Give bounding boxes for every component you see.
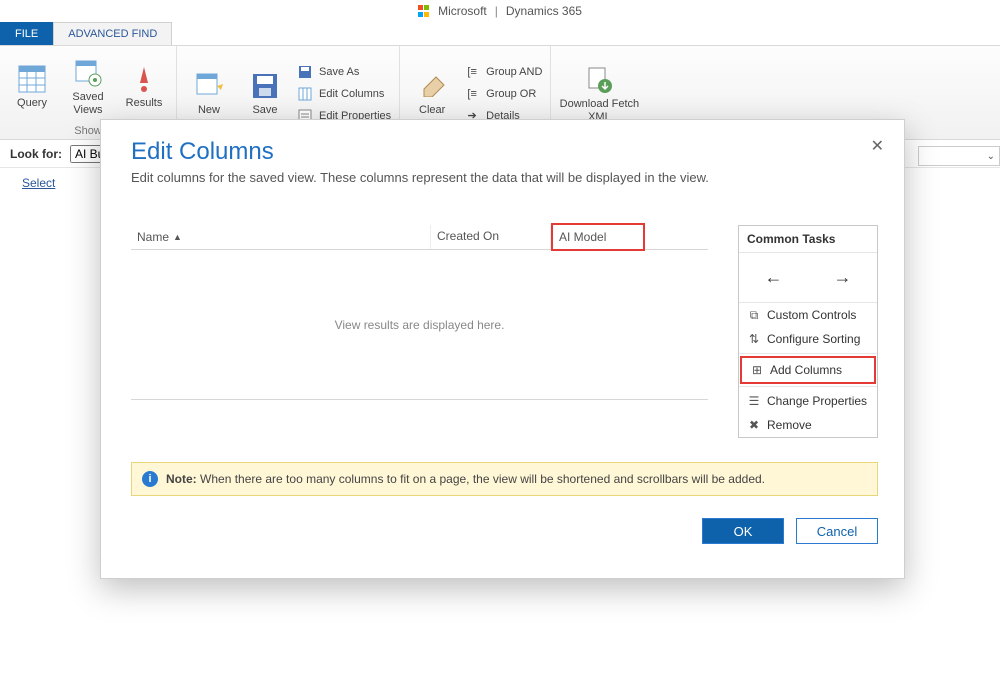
task-change-properties[interactable]: ☰Change Properties <box>739 389 877 413</box>
microsoft-logo-icon <box>418 5 430 17</box>
title-product: Dynamics 365 <box>506 4 582 18</box>
exclamation-icon <box>128 63 160 95</box>
columns-grid: Name ▲ Created On AI Model View results … <box>131 225 708 438</box>
bracket-icon: [≡ <box>464 86 480 102</box>
task-add-columns[interactable]: ⊞Add Columns <box>740 356 876 384</box>
eraser-icon <box>416 70 448 102</box>
column-header-row: Name ▲ Created On AI Model <box>131 225 708 250</box>
title-separator: | <box>495 4 498 18</box>
column-header-created-on[interactable]: Created On <box>431 225 551 249</box>
tab-advanced-find[interactable]: ADVANCED FIND <box>53 22 172 45</box>
title-bar: Microsoft | Dynamics 365 <box>0 0 1000 22</box>
select-link[interactable]: Select <box>22 176 55 190</box>
grid-empty-message: View results are displayed here. <box>131 250 708 400</box>
look-for-label: Look for: <box>10 147 62 161</box>
dialog-title: Edit Columns <box>131 138 878 166</box>
bracket-icon: [≡ <box>464 64 480 80</box>
edit-columns-button[interactable]: Edit Columns <box>297 84 391 104</box>
edit-columns-dialog: ✕ Edit Columns Edit columns for the save… <box>100 119 905 579</box>
save-icon <box>249 70 281 102</box>
properties-icon: ☰ <box>747 394 761 408</box>
columns-icon <box>297 86 313 102</box>
column-header-name[interactable]: Name ▲ <box>131 225 431 249</box>
save-as-button[interactable]: Save As <box>297 62 391 82</box>
common-tasks-panel: Common Tasks ← → ⧉Custom Controls ⇅Confi… <box>738 225 878 438</box>
column-header-ai-model[interactable]: AI Model <box>551 223 645 251</box>
group-and-button[interactable]: [≡Group AND <box>464 62 542 82</box>
common-tasks-title: Common Tasks <box>739 226 877 253</box>
saved-views-button[interactable]: Saved Views <box>64 50 112 123</box>
task-remove[interactable]: ✖Remove <box>739 413 877 437</box>
sort-asc-icon: ▲ <box>173 232 182 242</box>
title-microsoft: Microsoft <box>438 4 487 18</box>
tab-file[interactable]: FILE <box>0 22 53 45</box>
note-banner: i Note: When there are too many columns … <box>131 462 878 496</box>
dialog-close-button[interactable]: ✕ <box>871 136 884 156</box>
download-xml-icon <box>583 64 615 96</box>
controls-icon: ⧉ <box>747 308 761 322</box>
query-button[interactable]: Query <box>8 50 56 123</box>
task-configure-sorting[interactable]: ⇅Configure Sorting <box>739 327 877 351</box>
saved-views-icon <box>72 57 104 89</box>
info-icon: i <box>142 471 158 487</box>
task-custom-controls[interactable]: ⧉Custom Controls <box>739 303 877 327</box>
move-left-button[interactable]: ← <box>765 267 783 288</box>
results-button[interactable]: Results <box>120 50 168 123</box>
move-right-button[interactable]: → <box>834 267 852 288</box>
tab-strip: FILE ADVANCED FIND <box>0 22 1000 46</box>
save-as-icon <box>297 64 313 80</box>
ok-button[interactable]: OK <box>702 518 784 544</box>
new-icon <box>193 70 225 102</box>
add-columns-icon: ⊞ <box>750 363 764 377</box>
dialog-subtitle: Edit columns for the saved view. These c… <box>131 170 878 185</box>
right-dropdown[interactable]: ⌄ <box>918 146 1000 166</box>
sort-icon: ⇅ <box>747 332 761 346</box>
grid-icon <box>16 63 48 95</box>
group-or-button[interactable]: [≡Group OR <box>464 84 542 104</box>
remove-icon: ✖ <box>747 418 761 432</box>
cancel-button[interactable]: Cancel <box>796 518 878 544</box>
